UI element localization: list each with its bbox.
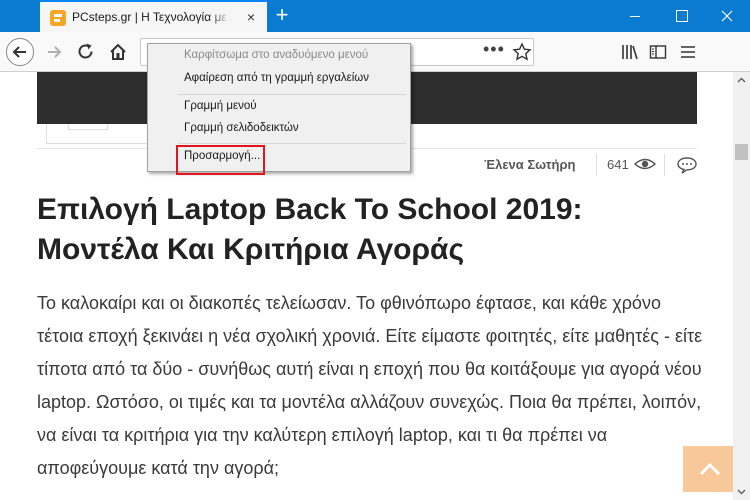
scroll-down-icon	[737, 489, 746, 495]
browser-tab[interactable]: PCsteps.gr | Η Τεχνολογία με Απλά Λόγια …	[40, 0, 267, 32]
eye-icon	[633, 156, 657, 177]
content-card-inner	[68, 124, 108, 130]
hamburger-menu-icon[interactable]	[678, 42, 698, 62]
page-actions-icon[interactable]: •••	[483, 40, 505, 58]
maximize-button[interactable]	[658, 0, 704, 32]
home-icon	[110, 43, 126, 60]
scroll-down-button[interactable]	[733, 483, 750, 500]
scrollbar-thumb[interactable]	[735, 144, 748, 160]
tab-title: PCsteps.gr | Η Τεχνολογία με Απλά Λόγια	[72, 10, 232, 24]
menu-item-remove-from-toolbar[interactable]: Αφαίρεση από τη γραμμή εργαλείων	[184, 72, 369, 84]
menu-item-bookmarks-toolbar[interactable]: Γραμμή σελιδοδεικτών	[184, 122, 299, 134]
tab-close-button[interactable]: ×	[243, 9, 259, 25]
reload-icon	[78, 43, 93, 59]
close-icon	[721, 10, 733, 22]
home-button[interactable]	[104, 38, 132, 66]
view-count: 641	[607, 157, 629, 172]
comment-icon[interactable]	[676, 155, 698, 180]
menu-separator	[178, 94, 406, 95]
menu-item-menu-bar[interactable]: Γραμμή μενού	[184, 100, 257, 112]
article-intro: Το καλοκαίρι και οι διακοπές τελείωσαν. …	[37, 293, 703, 478]
chevron-up-icon	[699, 462, 721, 476]
forward-arrow-icon	[48, 46, 62, 58]
customize-highlight-box	[176, 145, 265, 175]
scrollbar-track[interactable]	[733, 72, 750, 500]
menu-separator	[178, 143, 406, 144]
tab-favicon-icon	[50, 10, 66, 26]
reload-button[interactable]	[72, 38, 100, 66]
bookmark-star-icon[interactable]	[512, 42, 532, 62]
article-title: Επιλογή Laptop Back To School 2019: Μοντ…	[37, 193, 583, 266]
minimize-button[interactable]	[612, 0, 658, 32]
menu-item-pin-to-overflow[interactable]: Καρφίτσωμα στο αναδυόμενο μενού	[184, 49, 368, 61]
meta-separator	[664, 154, 665, 176]
sidebar-icon[interactable]	[648, 42, 668, 62]
new-tab-button[interactable]: +	[270, 3, 294, 27]
back-button[interactable]	[6, 38, 34, 66]
close-window-button[interactable]	[704, 0, 750, 32]
scroll-up-icon	[737, 77, 746, 83]
back-arrow-icon	[12, 46, 26, 58]
scroll-up-button[interactable]	[733, 72, 750, 89]
meta-separator	[596, 154, 597, 176]
library-icon[interactable]	[620, 42, 640, 62]
author-name[interactable]: Έλενα Σωτήρη	[484, 157, 575, 172]
back-to-top-button[interactable]	[683, 446, 737, 492]
forward-button[interactable]	[40, 38, 68, 66]
title-bar: PCsteps.gr | Η Τεχνολογία με Απλά Λόγια …	[0, 0, 750, 32]
